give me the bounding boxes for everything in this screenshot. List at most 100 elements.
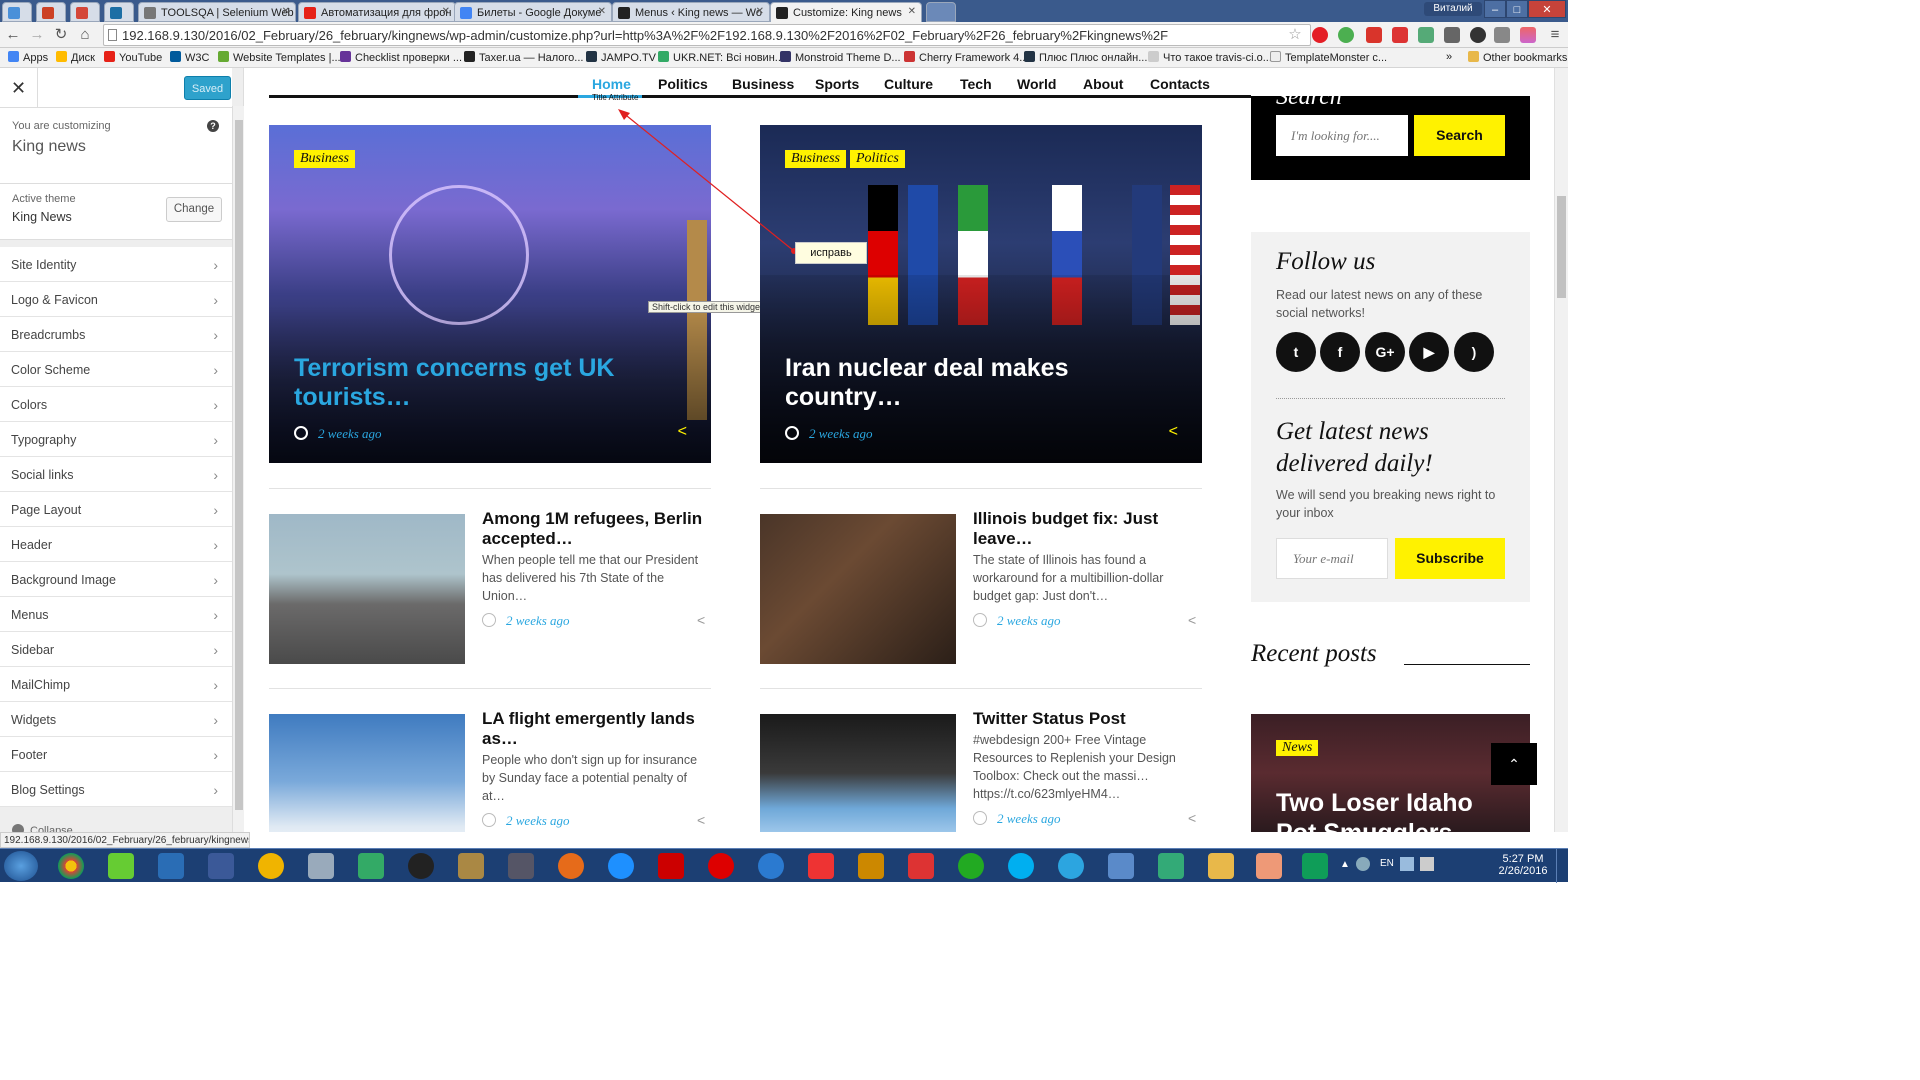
customizer-section-sidebar[interactable]: Sidebar › [0,632,232,667]
save-icon[interactable] [208,853,234,879]
customizer-section-logo-favicon[interactable]: Logo & Favicon › [0,282,232,317]
app-icon[interactable] [908,853,934,879]
nav-tech[interactable]: Tech [960,76,992,92]
app-triangle-icon[interactable] [258,853,284,879]
search-button[interactable]: Search [1414,115,1505,156]
ext-badge-icon[interactable] [1392,27,1408,43]
customizer-scrollbar[interactable] [232,106,244,832]
post-title[interactable]: Among 1M refugees, Berlin accepted… [482,509,712,549]
close-tab-icon[interactable]: ✕ [442,6,450,17]
nav-world[interactable]: World [1017,76,1056,92]
twitter-icon[interactable]: t [1276,332,1316,372]
calculator-icon[interactable] [308,853,334,879]
subscribe-button[interactable]: Subscribe [1395,538,1505,579]
tab-youtube[interactable]: Автоматизация для фрон ✕ [298,2,456,22]
firefox-icon[interactable] [558,853,584,879]
app-s-icon[interactable] [458,853,484,879]
share-icon[interactable]: < [1188,810,1196,826]
customizer-section-social-links[interactable]: Social links › [0,457,232,492]
customizer-section-background-image[interactable]: Background Image › [0,562,232,597]
app-s-icon[interactable] [158,853,184,879]
category-tag[interactable]: Business [294,150,355,168]
bookmark-checklist[interactable]: Checklist проверки ... [340,51,462,64]
gear-icon[interactable] [1470,27,1486,43]
saved-button[interactable]: Saved [184,76,231,100]
category-tag[interactable]: Politics [850,150,905,168]
post-thumbnail[interactable] [760,714,956,832]
yandex-icon[interactable] [658,853,684,879]
customizer-section-breadcrumbs[interactable]: Breadcrumbs › [0,317,232,352]
app-icon[interactable] [1256,853,1282,879]
page-scrollbar[interactable] [1554,68,1568,832]
post-thumbnail[interactable] [269,514,465,664]
customizer-section-site-identity[interactable]: Site Identity › [0,247,232,282]
minimize-icon[interactable]: – [1484,0,1506,18]
search-input[interactable] [1276,115,1408,156]
share-icon[interactable]: < [1169,423,1178,441]
customizer-section-widgets[interactable]: Widgets › [0,702,232,737]
close-tab-icon[interactable]: ✕ [598,6,606,17]
change-theme-button[interactable]: Change [166,197,222,222]
chrome-icon[interactable] [58,853,84,879]
nav-business[interactable]: Business [732,76,794,92]
post-title[interactable]: LA flight emergently lands as… [482,709,712,749]
nav-culture[interactable]: Culture [884,76,933,92]
nav-home[interactable]: Home [592,76,631,92]
tab-toolsqa[interactable]: TOOLSQA | Selenium Web ✕ [138,2,296,22]
bookmark-ukrnet[interactable]: UKR.NET: Всі новин... [658,51,784,64]
ext-icon[interactable] [1418,27,1434,43]
app-icon[interactable] [1158,853,1184,879]
bookmark-website-templates[interactable]: Website Templates |... [218,51,341,64]
customizer-section-blog-settings[interactable]: Blog Settings › [0,772,232,807]
cast-icon[interactable] [1444,27,1460,43]
rss-icon[interactable]: ) [1454,332,1494,372]
tab-pinned-trello[interactable] [104,2,134,22]
bookmark-travis[interactable]: Что такое travis-ci.o... [1148,51,1272,64]
url-input[interactable]: 192.168.9.130/2016/02_February/26_februa… [103,24,1311,46]
customizer-section-color-scheme[interactable]: Color Scheme › [0,352,232,387]
featured-title[interactable]: Terrorism concerns get UK tourists… [294,354,684,412]
app-icon[interactable] [358,853,384,879]
recent-post-card[interactable]: News Two Loser Idaho Pot Smugglers [1251,714,1530,832]
ext-icon[interactable] [1520,27,1536,43]
post-title[interactable]: Illinois budget fix: Just leave… [973,509,1203,549]
email-field[interactable] [1276,538,1388,579]
close-tab-icon[interactable]: ✕ [756,6,764,17]
youtube-icon[interactable]: ▶ [1409,332,1449,372]
post-thumbnail[interactable] [760,514,956,664]
customizer-section-page-layout[interactable]: Page Layout › [0,492,232,527]
other-bookmarks[interactable]: Other bookmarks [1468,51,1567,64]
tab-customize-active[interactable]: Customize: King news ✕ [770,2,922,23]
share-icon[interactable]: < [1188,612,1196,628]
tab-pinned-1[interactable] [2,2,32,22]
mail-icon[interactable] [1494,27,1510,43]
nav-contacts[interactable]: Contacts [1150,76,1210,92]
scrollbar-thumb[interactable] [1557,196,1566,298]
featured-title[interactable]: Iran nuclear deal makes country… [785,354,1175,412]
notepad-icon[interactable] [108,853,134,879]
google-plus-icon[interactable]: G+ [1365,332,1405,372]
back-to-top-button[interactable]: ⌃ [1491,743,1537,785]
tab-pinned-2[interactable] [36,2,66,22]
app-s-icon[interactable] [958,853,984,879]
facebook-icon[interactable]: f [1320,332,1360,372]
category-tag[interactable]: News [1276,740,1319,756]
new-tab-button[interactable] [926,2,956,22]
app-icon[interactable] [758,853,784,879]
network-icon[interactable] [1400,857,1414,871]
app-icon[interactable] [508,853,534,879]
customizer-section-mailchimp[interactable]: MailChimp › [0,667,232,702]
nav-sports[interactable]: Sports [815,76,859,92]
bookmark-taxer[interactable]: Taxer.ua — Налого... [464,51,583,64]
skype-icon[interactable] [1008,853,1034,879]
tray-icon[interactable] [1356,857,1370,871]
tab-google-docs[interactable]: Билеты - Google Докуме ✕ [454,2,612,22]
opera-ext-icon[interactable] [1312,27,1328,43]
opera-icon[interactable] [708,853,734,879]
share-icon[interactable]: < [697,812,705,828]
share-icon[interactable]: < [697,612,705,628]
bookmark-youtube[interactable]: YouTube [104,51,162,64]
nav-politics[interactable]: Politics [658,76,708,92]
bookmark-disk[interactable]: Диск [56,51,95,64]
home-icon[interactable]: ⌂ [76,26,94,44]
